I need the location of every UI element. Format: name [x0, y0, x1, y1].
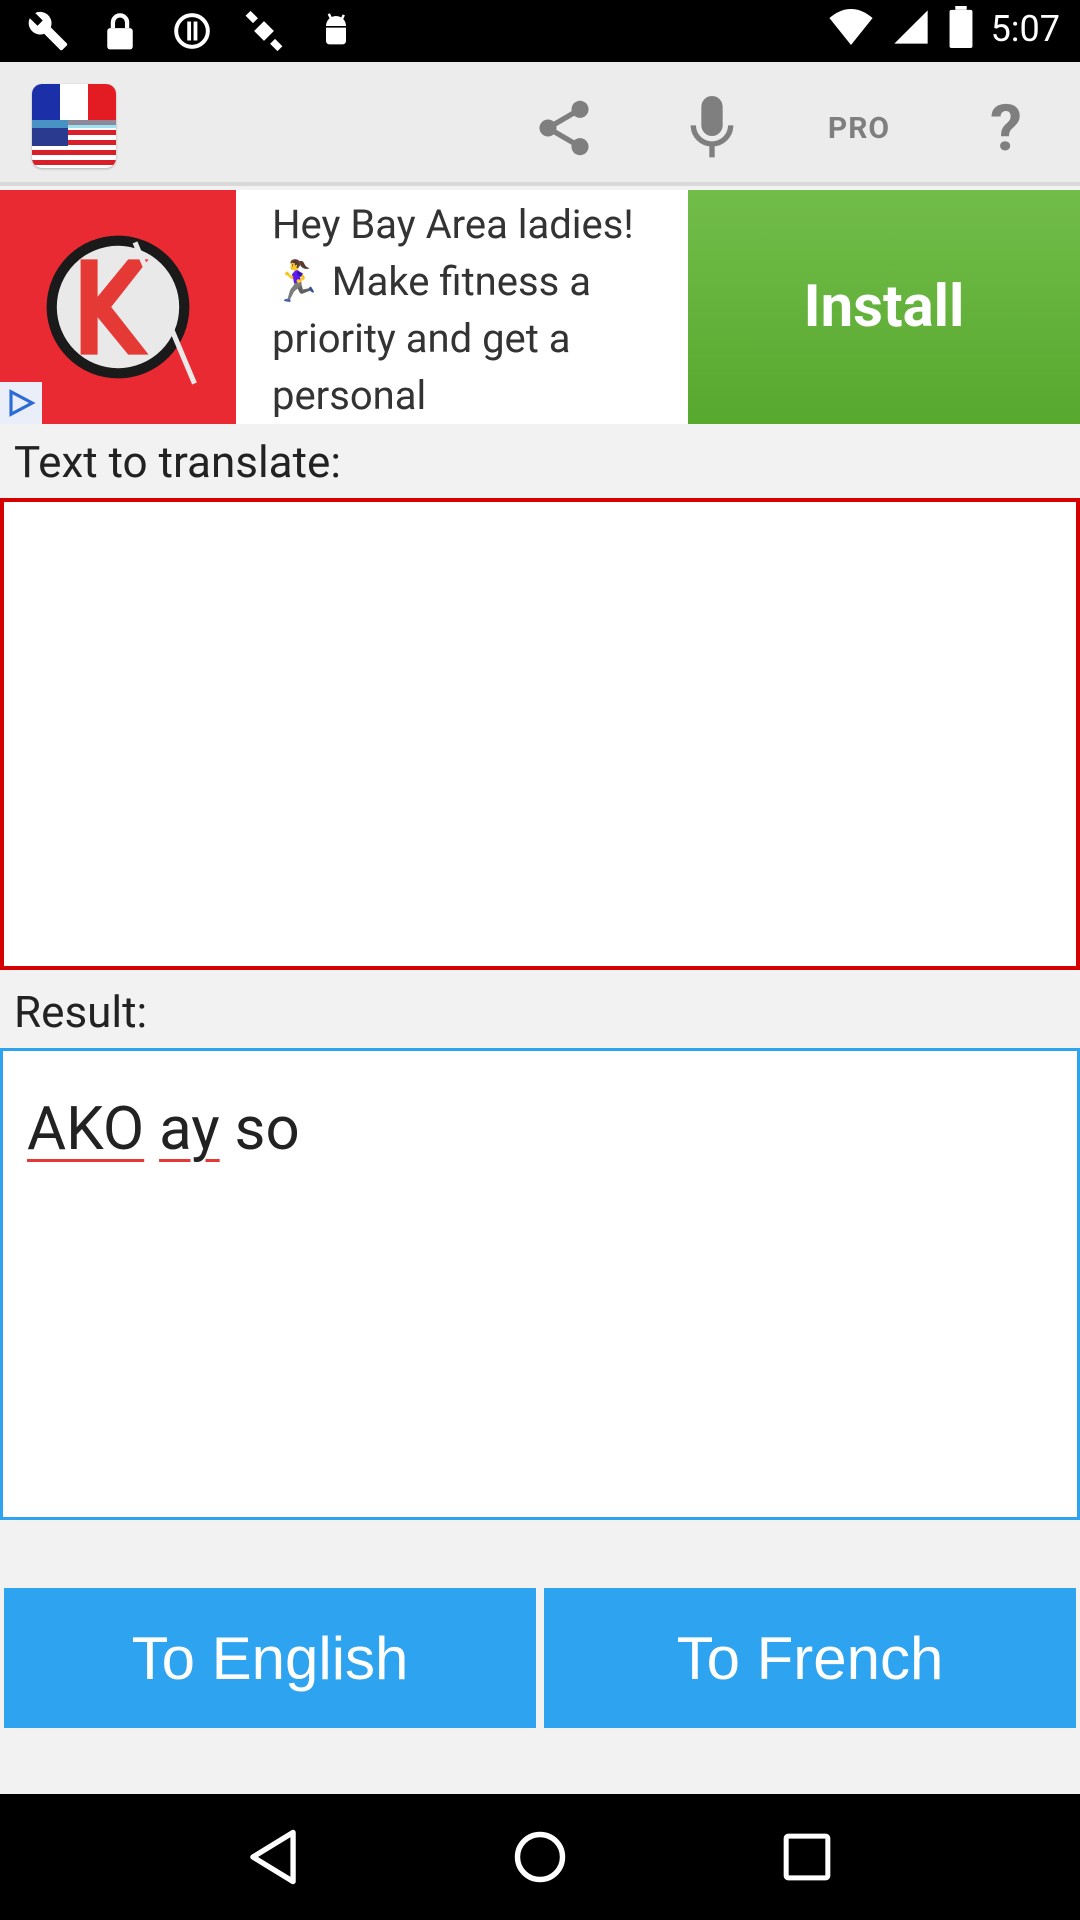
- ad-banner[interactable]: Hey Bay Area ladies! 🏃‍♀ Make fitness a …: [0, 190, 1080, 424]
- result-output[interactable]: AKO ay so: [0, 1048, 1080, 1520]
- microphone-icon[interactable]: [668, 84, 756, 172]
- recents-square-icon[interactable]: [762, 1812, 852, 1902]
- install-button[interactable]: Install: [688, 190, 1080, 424]
- status-time: 5:07: [990, 8, 1060, 50]
- wrench-icon: [24, 10, 72, 52]
- navigation-bar: [0, 1794, 1080, 1920]
- share-icon[interactable]: [520, 84, 608, 172]
- result-text: AKO ay so: [27, 1093, 300, 1164]
- android-icon: [312, 10, 360, 52]
- translate-input[interactable]: [0, 498, 1080, 970]
- result-word: so: [234, 1093, 300, 1164]
- wifi-icon: [828, 9, 873, 49]
- to-french-button[interactable]: To French: [544, 1588, 1076, 1728]
- app-toolbar: PRO ?: [0, 62, 1080, 186]
- adchoices-play-icon[interactable]: [0, 382, 42, 424]
- status-bar: 5:07: [0, 0, 1080, 62]
- help-button[interactable]: ?: [962, 84, 1050, 172]
- signal-icon: [891, 7, 931, 51]
- text-to-translate-label: Text to translate:: [14, 436, 341, 488]
- result-word: AKO: [27, 1093, 145, 1164]
- pro-button[interactable]: PRO: [815, 84, 903, 172]
- alarm-icon: [168, 10, 216, 52]
- battery-icon: [949, 6, 973, 52]
- lock-icon: [96, 10, 144, 52]
- result-word: ay: [159, 1093, 220, 1164]
- result-label: Result:: [14, 986, 148, 1038]
- to-english-button[interactable]: To English: [4, 1588, 536, 1728]
- back-triangle-icon[interactable]: [228, 1812, 318, 1902]
- us-flag-icon[interactable]: [32, 84, 116, 168]
- home-circle-icon[interactable]: [495, 1812, 585, 1902]
- ad-text: Hey Bay Area ladies! 🏃‍♀ Make fitness a …: [272, 201, 634, 419]
- gps-icon: [240, 10, 288, 52]
